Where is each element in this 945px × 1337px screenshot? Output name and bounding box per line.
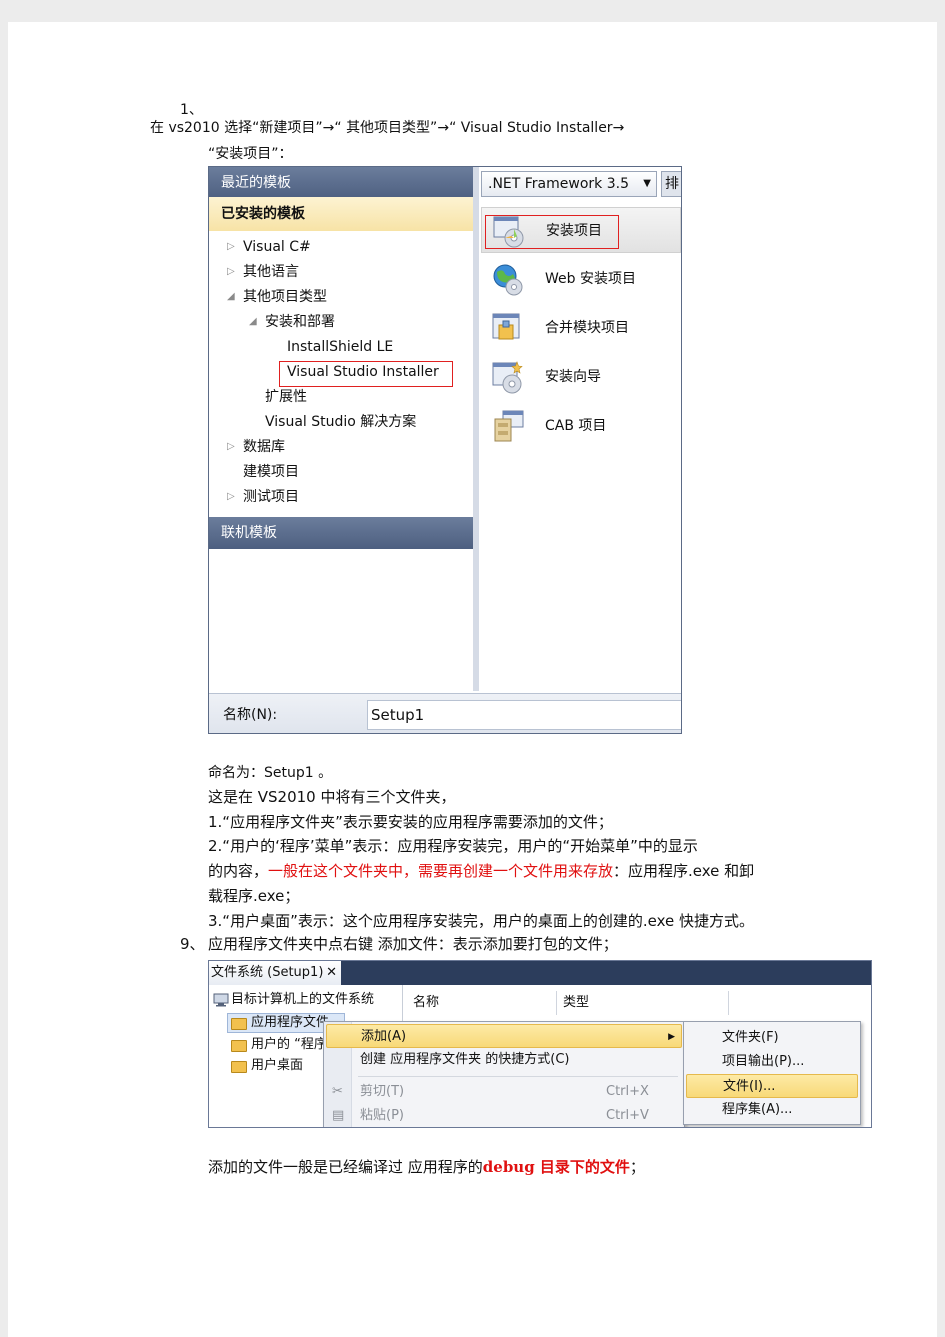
step-1-number: 1、	[180, 102, 203, 118]
submenu-item-project-output[interactable]: 项目输出(P)...	[686, 1050, 858, 1074]
folder-item-2-line3: 载程序.exe；	[208, 887, 300, 905]
cab-project-icon	[494, 410, 524, 442]
tree-item-database[interactable]: 数据库	[243, 438, 285, 456]
setup-wizard-icon	[492, 361, 523, 394]
folder-icon	[231, 1040, 247, 1052]
submenu-item-assembly[interactable]: 程序集(A)...	[686, 1098, 858, 1122]
installed-templates-header[interactable]: 已安装的模板	[209, 197, 473, 231]
expand-arrow-icon[interactable]: ▷	[227, 438, 235, 456]
folder-item-3: 3.“用户桌面”表示：这个应用程序安装完，用户的桌面上的创建的.exe 快捷方式…	[208, 912, 755, 930]
paste-icon: ▤	[332, 1108, 345, 1123]
submenu-arrow-icon: ▶	[668, 1032, 675, 1042]
recent-templates-header[interactable]: 最近的模板	[209, 167, 473, 199]
naming-text: 命名为：Setup1 。	[208, 765, 333, 781]
fs-item-application-folder[interactable]: 应用程序文件	[251, 1014, 329, 1032]
name-bar: 名称(N): Setup1	[209, 693, 681, 733]
tab-strip: 文件系统 (Setup1) ✕	[209, 961, 871, 985]
online-templates-header[interactable]: 联机模板	[209, 517, 473, 549]
fs-item-user-desktop[interactable]: 用户桌面	[251, 1057, 303, 1075]
panel-divider[interactable]	[473, 167, 479, 691]
final-text: 添加的文件一般是已经编译过 应用程序的debug 目录下的文件；	[208, 1158, 645, 1176]
folder-item-2-line2: 的内容，一般在这个文件夹中，需要再创建一个文件用来存放：应用程序.exe 和卸	[208, 862, 755, 880]
tree-item-other-languages[interactable]: 其他语言	[243, 263, 299, 281]
tree-item-installshield-le[interactable]: InstallShield LE	[287, 338, 393, 356]
sort-button[interactable]: 排	[661, 171, 681, 197]
add-submenu: 文件夹(F) 项目输出(P)... 文件(I)... 程序集(A)...	[683, 1021, 861, 1125]
submenu-item-file[interactable]: 文件(I)...	[686, 1074, 858, 1098]
collapse-arrow-icon[interactable]: ◢	[249, 313, 257, 331]
tree-item-extensibility[interactable]: 扩展性	[265, 388, 307, 406]
menu-item-paste[interactable]: ▤ 粘贴(P) Ctrl+V	[326, 1104, 682, 1127]
step-9-text: 应用程序文件夹中点右键 添加文件：表示添加要打包的文件；	[208, 935, 618, 953]
tree-item-test-projects[interactable]: 测试项目	[243, 488, 299, 506]
step-9-number: 9、	[180, 935, 205, 953]
tree-item-modeling[interactable]: 建模项目	[243, 463, 299, 481]
highlight-box	[485, 215, 619, 249]
step-1-line2: “安装项目”：	[208, 146, 293, 162]
framework-select[interactable]: .NET Framework 3.5 ▼	[481, 171, 657, 197]
template-label: CAB 项目	[545, 418, 607, 434]
fs-item-programs-menu[interactable]: 用户的 “程序	[251, 1036, 327, 1054]
computer-icon	[213, 993, 229, 1007]
tree-item-vs-installer[interactable]: Visual Studio Installer	[287, 363, 439, 381]
folder-item-1: 1.“应用程序文件夹”表示要安装的应用程序需要添加的文件；	[208, 813, 613, 831]
tree-item-setup-deployment[interactable]: 安装和部署	[265, 313, 335, 331]
name-input[interactable]: Setup1	[367, 700, 681, 730]
dropdown-arrow-icon: ▼	[643, 178, 651, 189]
web-setup-icon	[493, 264, 523, 296]
template-label: Web 安装项目	[545, 271, 636, 287]
submenu-item-folder[interactable]: 文件夹(F)	[686, 1026, 858, 1050]
three-folders-text: 这是在 VS2010 中将有三个文件夹，	[208, 788, 456, 806]
tree-item-vs-solutions[interactable]: Visual Studio 解决方案	[265, 413, 416, 431]
expand-arrow-icon[interactable]: ▷	[227, 488, 235, 506]
tree-item-other-project-types[interactable]: 其他项目类型	[243, 288, 327, 306]
collapse-arrow-icon[interactable]: ◢	[227, 288, 235, 306]
menu-separator	[358, 1076, 678, 1077]
step-1-text: 在 vs2010 选择“新建项目”→“ 其他项目类型”→“ Visual Stu…	[150, 120, 625, 136]
folder-item-2-line1: 2.“用户的‘程序’菜单”表示：应用程序安装完，用户的“开始菜单”中的显示	[208, 837, 698, 855]
menu-item-cut[interactable]: ✂ 剪切(T) Ctrl+X	[326, 1080, 682, 1104]
arrow-icon: →	[322, 120, 335, 136]
file-system-screenshot: 文件系统 (Setup1) ✕ 目标计算机上的文件系统 应用程序文件 用户的 “…	[208, 960, 872, 1128]
new-project-dialog-screenshot: 最近的模板 已安装的模板 ▷ Visual C# ▷ 其他语言 ◢ 其他项目类型…	[208, 166, 682, 734]
red-emphasis: 一般在这个文件夹中，需要再创建一个文件用来存放	[268, 862, 614, 880]
template-label: 安装向导	[545, 369, 601, 385]
close-icon[interactable]: ✕	[326, 961, 337, 985]
column-header-type[interactable]: 类型	[557, 991, 729, 1015]
name-label: 名称(N):	[223, 707, 278, 723]
template-merge-module[interactable]: 合并模块项目	[481, 305, 681, 351]
arrow-icon: →	[437, 120, 450, 136]
scissors-icon: ✂	[332, 1084, 343, 1099]
expand-arrow-icon[interactable]: ▷	[227, 238, 235, 256]
template-label: 合并模块项目	[545, 320, 629, 336]
red-emphasis: debug 目录下的文件	[482, 1158, 630, 1176]
context-menu: 添加(A) ▶ 创建 应用程序文件夹 的快捷方式(C) ✂ 剪切(T) Ctrl…	[323, 1021, 685, 1127]
folder-icon	[231, 1061, 247, 1073]
tab-file-system[interactable]: 文件系统 (Setup1) ✕	[209, 961, 341, 985]
fs-root[interactable]: 目标计算机上的文件系统	[231, 991, 374, 1009]
tree-item-visual-csharp[interactable]: Visual C#	[243, 238, 311, 256]
template-setup-wizard[interactable]: 安装向导	[481, 354, 681, 400]
menu-item-add[interactable]: 添加(A) ▶	[326, 1024, 682, 1048]
template-tree-panel: 最近的模板 已安装的模板 ▷ Visual C# ▷ 其他语言 ◢ 其他项目类型…	[209, 167, 473, 691]
arrow-icon: →	[612, 120, 625, 136]
column-header-name[interactable]: 名称	[407, 991, 557, 1015]
menu-item-create-shortcut[interactable]: 创建 应用程序文件夹 的快捷方式(C)	[326, 1048, 682, 1072]
template-web-setup[interactable]: Web 安装项目	[481, 256, 681, 302]
merge-module-icon	[492, 313, 520, 340]
expand-arrow-icon[interactable]: ▷	[227, 263, 235, 281]
folder-icon	[231, 1018, 247, 1030]
template-cab-project[interactable]: CAB 项目	[481, 403, 681, 449]
